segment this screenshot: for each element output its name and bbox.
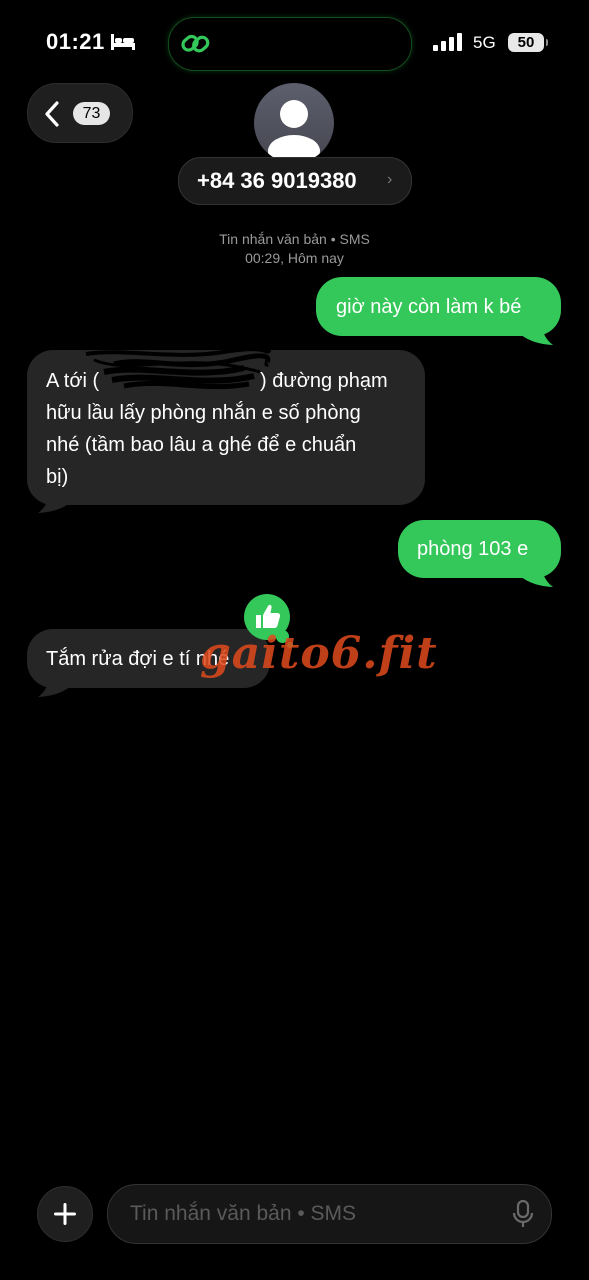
message-text-line: nhé (tầm bao lâu a ghé để e chuẩn [46,434,357,456]
link-icon [181,34,210,53]
status-time: 01:21 [46,29,105,54]
contact-name-button[interactable]: +84 36 9019380 › [178,157,412,205]
bed-icon [111,34,135,50]
signal-icon [433,33,462,51]
service-label: Tin nhắn văn bản • SMS [219,231,370,247]
message-text-line: ) đường phạm [260,370,388,392]
battery-tip [546,39,548,46]
unread-count-badge: 73 [73,102,110,125]
message-text-line: bị) [46,466,69,488]
redaction-scribble [85,347,272,390]
battery-level: 50 [508,33,544,52]
network-type: 5G [473,33,496,52]
message-text: giờ này còn làm k bé [336,296,522,318]
chevron-right-icon: › [387,171,393,188]
dynamic-island[interactable] [168,17,412,71]
chevron-left-icon [45,101,59,127]
add-attachment-button[interactable] [37,1186,93,1242]
contact-number: +84 36 9019380 [197,168,357,193]
message-text-line: hữu lầu lấy phòng nhắn e số phòng [46,402,361,424]
back-button[interactable]: 73 [27,83,133,143]
person-icon [268,100,320,163]
plus-icon [54,1203,76,1225]
message-text: phòng 103 e [417,538,529,560]
message-input-placeholder: Tin nhắn văn bản • SMS [130,1202,357,1225]
message-input[interactable]: Tin nhắn văn bản • SMS [107,1184,552,1244]
conversation-timestamp: 00:29, Hôm nay [245,250,344,266]
watermark: gaito6.fit [200,628,438,679]
microphone-icon[interactable] [512,1200,534,1228]
contact-avatar[interactable] [254,83,334,163]
